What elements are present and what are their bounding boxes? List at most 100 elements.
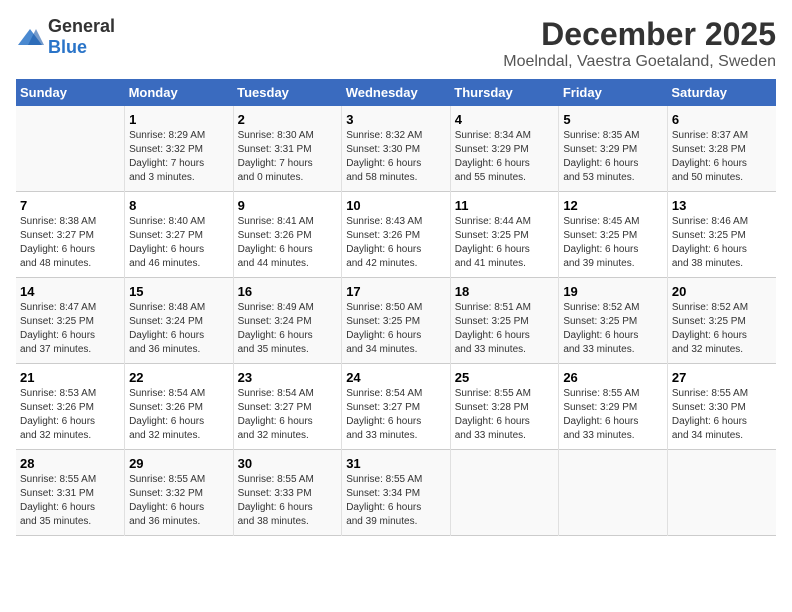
logo-text: General Blue (48, 16, 115, 58)
day-info: Sunrise: 8:55 AM Sunset: 3:34 PM Dayligh… (346, 473, 446, 529)
weekday-header: Saturday (667, 79, 776, 106)
day-info: Sunrise: 8:45 AM Sunset: 3:25 PM Dayligh… (563, 215, 663, 271)
day-number: 29 (129, 456, 229, 471)
calendar-cell: 30 Sunrise: 8:55 AM Sunset: 3:33 PM Dayli… (233, 450, 342, 536)
calendar-week-row: 7Sunrise: 8:38 AM Sunset: 3:27 PM Daylig… (16, 192, 776, 278)
day-number: 2 (238, 112, 338, 127)
day-number: 6 (672, 112, 772, 127)
page-subtitle: Moelndal, Vaestra Goetaland, Sweden (503, 53, 776, 71)
day-number: 21 (20, 370, 120, 385)
calendar-cell: 11 Sunrise: 8:44 AM Sunset: 3:25 PM Dayli… (450, 192, 559, 278)
weekday-header-row: SundayMondayTuesdayWednesdayThursdayFrid… (16, 79, 776, 106)
weekday-header: Sunday (16, 79, 125, 106)
day-info: Sunrise: 8:50 AM Sunset: 3:25 PM Dayligh… (346, 301, 446, 357)
calendar-cell: 1Sunrise: 8:29 AM Sunset: 3:32 PM Daylig… (125, 106, 234, 192)
calendar-cell: 26Sunrise: 8:55 AM Sunset: 3:29 PM Dayli… (559, 364, 668, 450)
calendar-cell: 24 Sunrise: 8:54 AM Sunset: 3:27 PM Dayli… (342, 364, 451, 450)
calendar-cell: 8Sunrise: 8:40 AM Sunset: 3:27 PM Daylig… (125, 192, 234, 278)
calendar-cell: 23Sunrise: 8:54 AM Sunset: 3:27 PM Dayli… (233, 364, 342, 450)
day-number: 4 (455, 112, 555, 127)
calendar-week-row: 21Sunrise: 8:53 AM Sunset: 3:26 PM Dayli… (16, 364, 776, 450)
calendar-cell (450, 450, 559, 536)
day-info: Sunrise: 8:34 AM Sunset: 3:29 PM Dayligh… (455, 129, 555, 185)
day-number: 27 (672, 370, 772, 385)
day-info: Sunrise: 8:55 AM Sunset: 3:33 PM Dayligh… (238, 473, 338, 529)
calendar-cell: 2 Sunrise: 8:30 AM Sunset: 3:31 PM Daylig… (233, 106, 342, 192)
calendar-cell: 20Sunrise: 8:52 AM Sunset: 3:25 PM Dayli… (667, 278, 776, 364)
calendar-week-row: 14 Sunrise: 8:47 AM Sunset: 3:25 PM Dayli… (16, 278, 776, 364)
calendar-cell: 13 Sunrise: 8:46 AM Sunset: 3:25 PM Dayli… (667, 192, 776, 278)
day-info: Sunrise: 8:32 AM Sunset: 3:30 PM Dayligh… (346, 129, 446, 185)
day-number: 28 (20, 456, 120, 471)
day-info: Sunrise: 8:55 AM Sunset: 3:31 PM Dayligh… (20, 473, 120, 529)
day-number: 7 (20, 198, 120, 213)
day-number: 25 (455, 370, 555, 385)
logo: General Blue (16, 16, 115, 58)
logo-icon (16, 27, 44, 47)
calendar-cell: 21Sunrise: 8:53 AM Sunset: 3:26 PM Dayli… (16, 364, 125, 450)
day-number: 12 (563, 198, 663, 213)
calendar-week-row: 1Sunrise: 8:29 AM Sunset: 3:32 PM Daylig… (16, 106, 776, 192)
weekday-header: Thursday (450, 79, 559, 106)
weekday-header: Tuesday (233, 79, 342, 106)
day-info: Sunrise: 8:48 AM Sunset: 3:24 PM Dayligh… (129, 301, 229, 357)
logo-general: General (48, 16, 115, 36)
day-info: Sunrise: 8:55 AM Sunset: 3:29 PM Dayligh… (563, 387, 663, 443)
calendar-cell: 5Sunrise: 8:35 AM Sunset: 3:29 PM Daylig… (559, 106, 668, 192)
day-number: 22 (129, 370, 229, 385)
calendar-cell (667, 450, 776, 536)
day-info: Sunrise: 8:44 AM Sunset: 3:25 PM Dayligh… (455, 215, 555, 271)
day-info: Sunrise: 8:52 AM Sunset: 3:25 PM Dayligh… (672, 301, 772, 357)
calendar-table: SundayMondayTuesdayWednesdayThursdayFrid… (16, 79, 776, 536)
day-info: Sunrise: 8:55 AM Sunset: 3:28 PM Dayligh… (455, 387, 555, 443)
calendar-cell: 18Sunrise: 8:51 AM Sunset: 3:25 PM Dayli… (450, 278, 559, 364)
day-info: Sunrise: 8:46 AM Sunset: 3:25 PM Dayligh… (672, 215, 772, 271)
day-number: 31 (346, 456, 446, 471)
calendar-cell: 28 Sunrise: 8:55 AM Sunset: 3:31 PM Dayli… (16, 450, 125, 536)
day-number: 8 (129, 198, 229, 213)
title-area: December 2025 Moelndal, Vaestra Goetalan… (503, 16, 776, 71)
calendar-cell: 31 Sunrise: 8:55 AM Sunset: 3:34 PM Dayli… (342, 450, 451, 536)
day-number: 14 (20, 284, 120, 299)
calendar-cell (16, 106, 125, 192)
weekday-header: Wednesday (342, 79, 451, 106)
calendar-cell: 10Sunrise: 8:43 AM Sunset: 3:26 PM Dayli… (342, 192, 451, 278)
calendar-cell: 12 Sunrise: 8:45 AM Sunset: 3:25 PM Dayli… (559, 192, 668, 278)
day-number: 19 (563, 284, 663, 299)
calendar-cell: 27 Sunrise: 8:55 AM Sunset: 3:30 PM Dayli… (667, 364, 776, 450)
day-number: 18 (455, 284, 555, 299)
day-number: 30 (238, 456, 338, 471)
day-number: 10 (346, 198, 446, 213)
day-number: 17 (346, 284, 446, 299)
calendar-cell: 19 Sunrise: 8:52 AM Sunset: 3:25 PM Dayli… (559, 278, 668, 364)
page-title: December 2025 (503, 16, 776, 53)
day-info: Sunrise: 8:30 AM Sunset: 3:31 PM Dayligh… (238, 129, 338, 185)
calendar-cell: 29 Sunrise: 8:55 AM Sunset: 3:32 PM Dayli… (125, 450, 234, 536)
day-info: Sunrise: 8:47 AM Sunset: 3:25 PM Dayligh… (20, 301, 120, 357)
day-number: 13 (672, 198, 772, 213)
day-number: 15 (129, 284, 229, 299)
day-number: 24 (346, 370, 446, 385)
day-number: 11 (455, 198, 555, 213)
weekday-header: Friday (559, 79, 668, 106)
calendar-cell: 4 Sunrise: 8:34 AM Sunset: 3:29 PM Daylig… (450, 106, 559, 192)
day-info: Sunrise: 8:49 AM Sunset: 3:24 PM Dayligh… (238, 301, 338, 357)
day-info: Sunrise: 8:52 AM Sunset: 3:25 PM Dayligh… (563, 301, 663, 357)
day-info: Sunrise: 8:55 AM Sunset: 3:32 PM Dayligh… (129, 473, 229, 529)
day-info: Sunrise: 8:55 AM Sunset: 3:30 PM Dayligh… (672, 387, 772, 443)
day-number: 16 (238, 284, 338, 299)
day-info: Sunrise: 8:35 AM Sunset: 3:29 PM Dayligh… (563, 129, 663, 185)
day-number: 9 (238, 198, 338, 213)
day-info: Sunrise: 8:37 AM Sunset: 3:28 PM Dayligh… (672, 129, 772, 185)
calendar-cell: 7Sunrise: 8:38 AM Sunset: 3:27 PM Daylig… (16, 192, 125, 278)
calendar-cell: 14 Sunrise: 8:47 AM Sunset: 3:25 PM Dayli… (16, 278, 125, 364)
calendar-week-row: 28 Sunrise: 8:55 AM Sunset: 3:31 PM Dayli… (16, 450, 776, 536)
logo-blue: Blue (48, 37, 87, 57)
calendar-cell (559, 450, 668, 536)
day-number: 1 (129, 112, 229, 127)
day-info: Sunrise: 8:54 AM Sunset: 3:27 PM Dayligh… (346, 387, 446, 443)
day-number: 3 (346, 112, 446, 127)
calendar-cell: 25 Sunrise: 8:55 AM Sunset: 3:28 PM Dayli… (450, 364, 559, 450)
calendar-cell: 15 Sunrise: 8:48 AM Sunset: 3:24 PM Dayli… (125, 278, 234, 364)
calendar-cell: 16 Sunrise: 8:49 AM Sunset: 3:24 PM Dayli… (233, 278, 342, 364)
